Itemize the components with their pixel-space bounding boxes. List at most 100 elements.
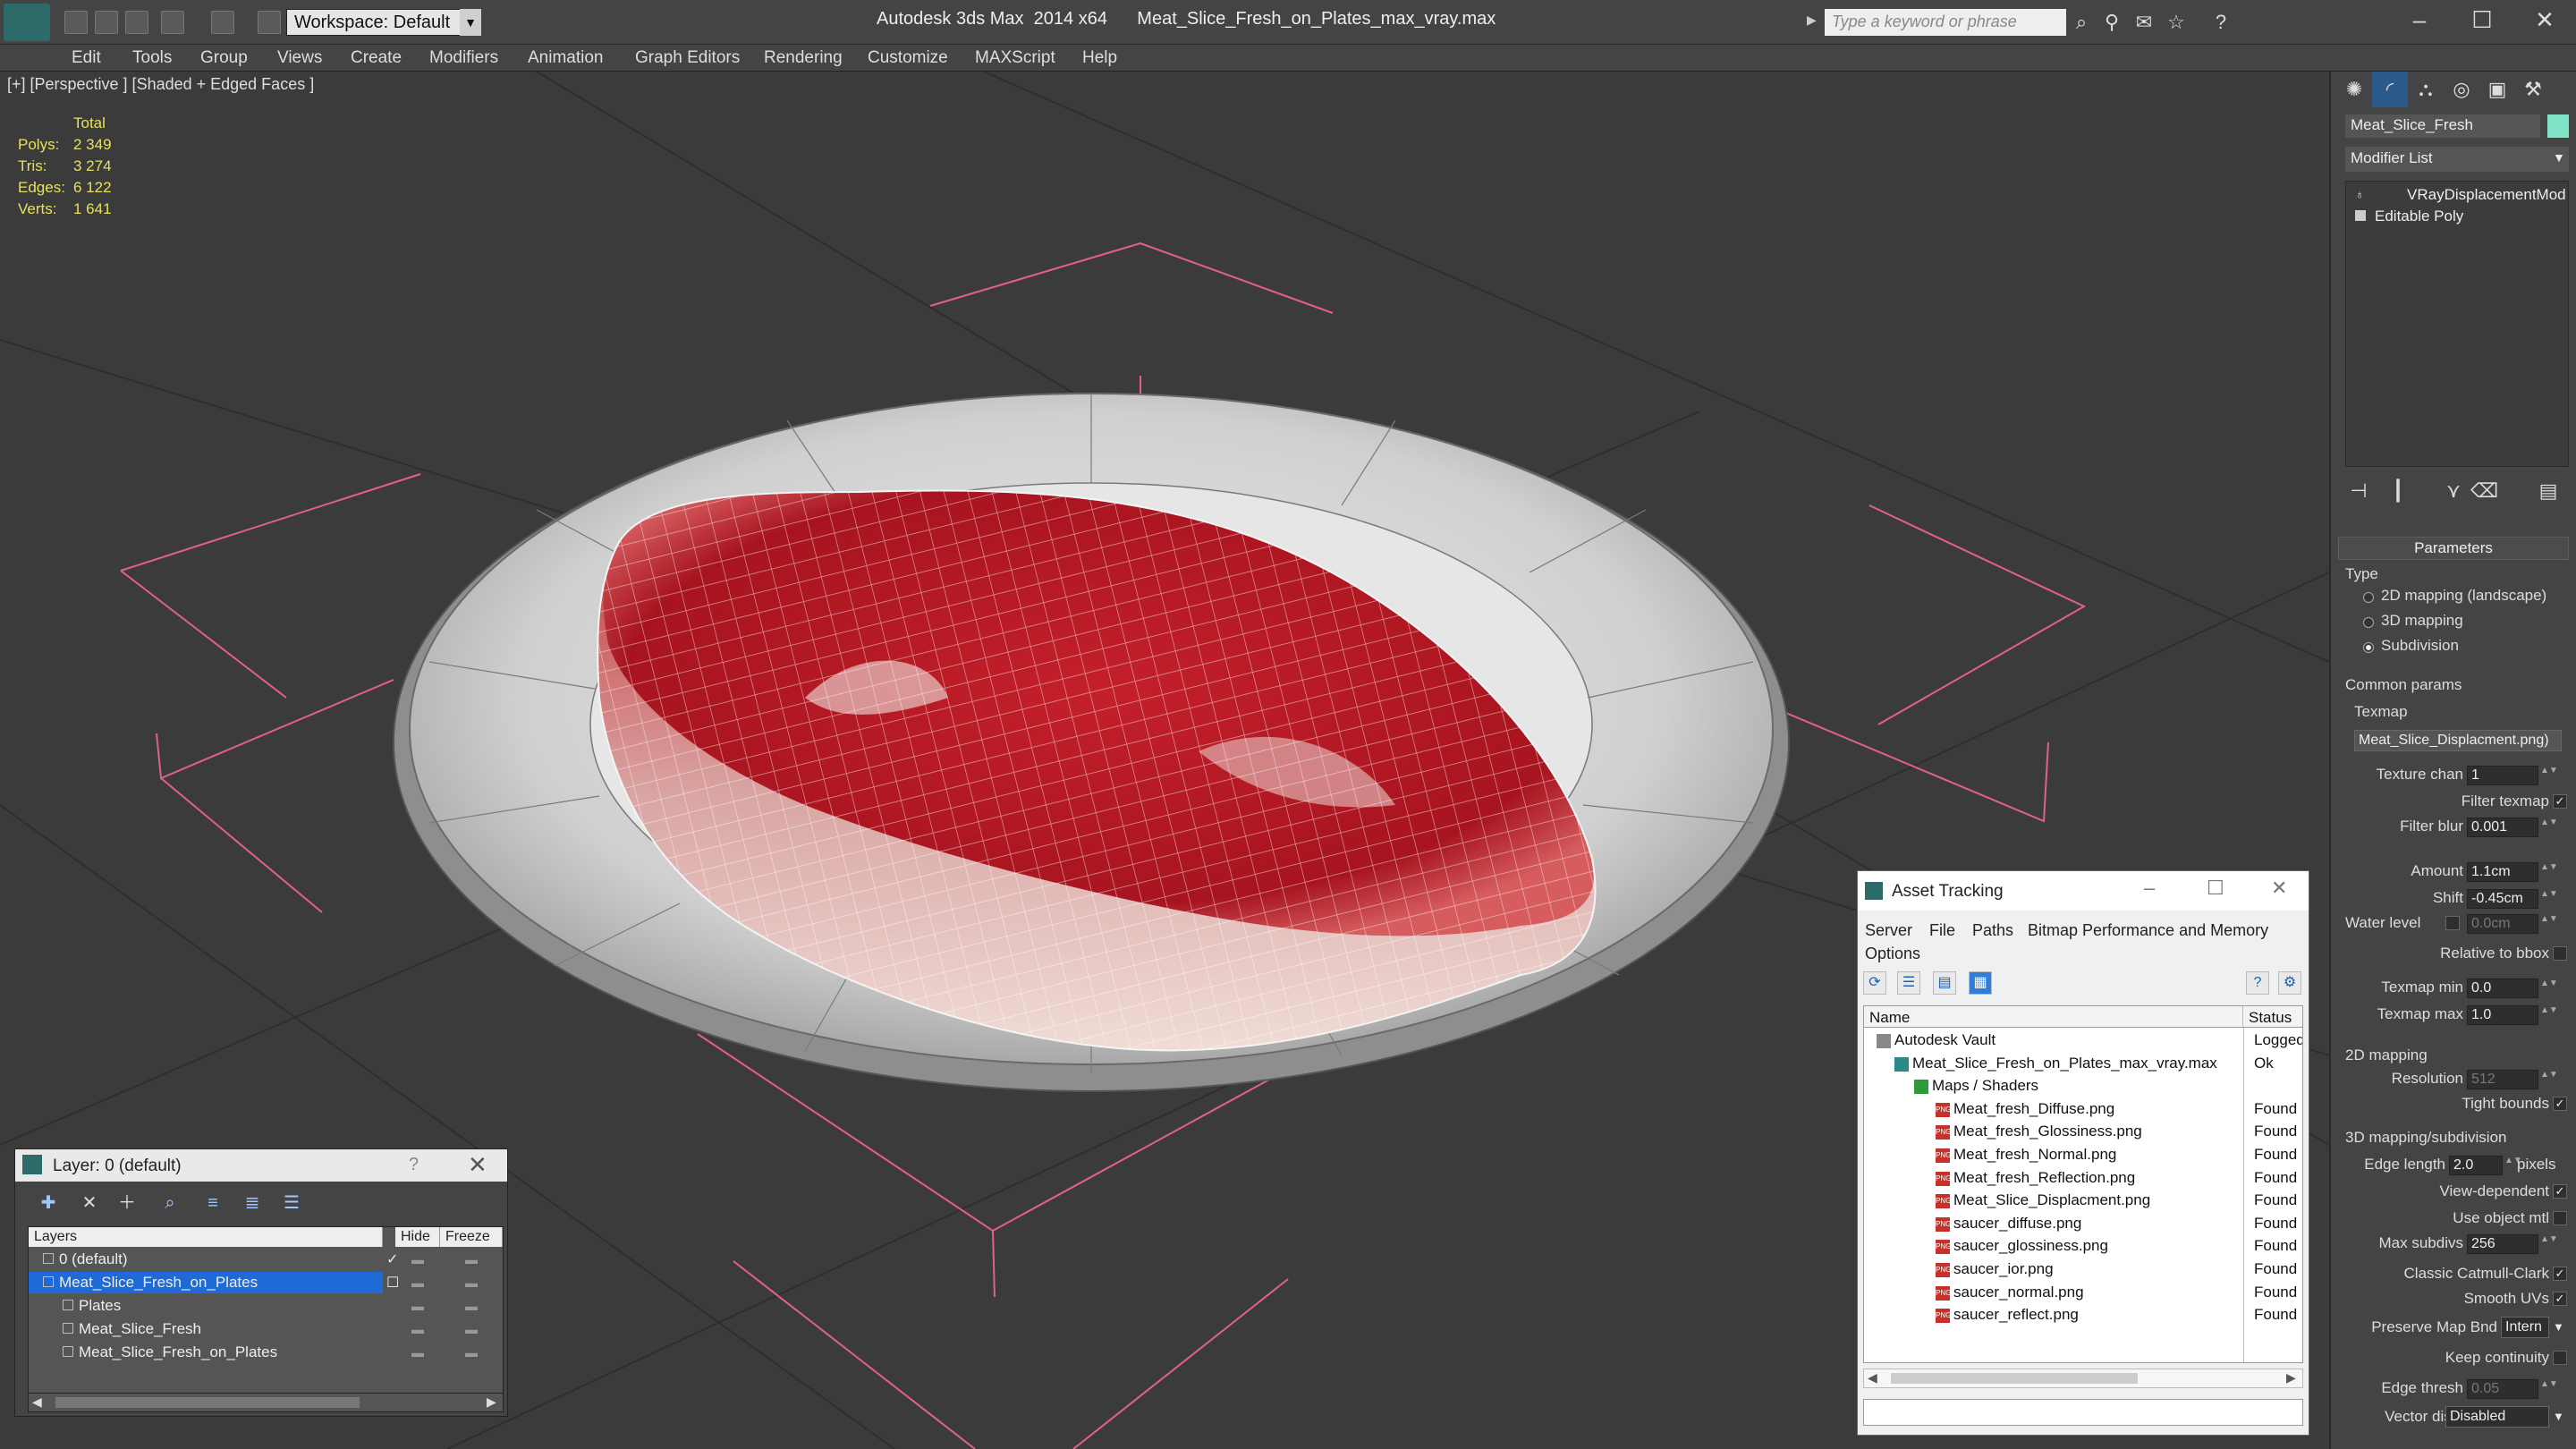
chevron-down-icon[interactable]: ▼ bbox=[2553, 1320, 2564, 1334]
menu-customize[interactable]: Customize bbox=[868, 45, 948, 72]
layer-row[interactable]: Meat_Slice_Fresh_on_Plates ▬ ▬ bbox=[29, 1342, 503, 1363]
modify-tab-icon[interactable]: ◜ bbox=[2372, 72, 2408, 107]
menu-group[interactable]: Group bbox=[200, 45, 248, 72]
max-subdivs-spinner[interactable]: ▲▼ bbox=[2540, 1234, 2558, 1254]
texmap-button[interactable]: Meat_Slice_Displacment.png) bbox=[2354, 730, 2562, 751]
freeze-column-header[interactable]: Freeze bbox=[440, 1227, 503, 1247]
asset-menu-paths[interactable]: Paths bbox=[1972, 921, 2013, 940]
menu-edit[interactable]: Edit bbox=[72, 45, 101, 72]
asset-row[interactable]: PNG saucer_reflect.png Found bbox=[1864, 1304, 2302, 1327]
highlight-layer-icon[interactable]: ≡ bbox=[199, 1191, 226, 1216]
hide-toggle[interactable]: ▬ bbox=[411, 1345, 424, 1360]
maximize-button[interactable]: ☐ bbox=[2207, 877, 2224, 900]
help-button[interactable]: ? bbox=[409, 1155, 419, 1175]
close-button[interactable]: ✕ bbox=[2513, 0, 2576, 39]
pin-stack-icon[interactable]: ⊣ bbox=[2345, 478, 2372, 504]
asset-row[interactable]: Maps / Shaders bbox=[1864, 1075, 2302, 1098]
texmap-max-input[interactable]: 1.0 bbox=[2467, 1005, 2538, 1025]
minimize-button[interactable]: – bbox=[2144, 877, 2155, 900]
create-layer-icon[interactable]: ✚ bbox=[35, 1191, 62, 1216]
stack-item-editable-poly[interactable]: Editable Poly bbox=[2350, 207, 2564, 226]
scrollbar-thumb[interactable] bbox=[1891, 1373, 2138, 1384]
utilities-tab-icon[interactable]: ⚒ bbox=[2515, 72, 2551, 107]
asset-horizontal-scrollbar[interactable]: ◀ ▶ bbox=[1863, 1368, 2303, 1388]
table-view-icon[interactable]: ▦ bbox=[1969, 971, 1992, 995]
resolution-spinner[interactable]: ▲▼ bbox=[2540, 1070, 2558, 1089]
create-tab-icon[interactable]: ✺ bbox=[2336, 72, 2372, 107]
asset-row[interactable]: PNG Meat_fresh_Reflection.png Found bbox=[1864, 1167, 2302, 1191]
redo-icon[interactable] bbox=[211, 11, 234, 34]
remove-modifier-icon[interactable]: ⌫ bbox=[2470, 478, 2498, 504]
menu-create[interactable]: Create bbox=[351, 45, 402, 72]
asset-tracking-titlebar[interactable]: Asset Tracking – ☐ ✕ bbox=[1858, 871, 2309, 911]
workspace-select[interactable]: Workspace: Default bbox=[286, 9, 481, 36]
texture-chan-input[interactable]: 1 bbox=[2467, 766, 2538, 785]
view-dependent-checkbox[interactable]: ✓ bbox=[2553, 1184, 2567, 1199]
use-object-mtl-checkbox[interactable] bbox=[2553, 1211, 2567, 1225]
asset-menu-file[interactable]: File bbox=[1929, 921, 1955, 940]
save-file-icon[interactable] bbox=[125, 11, 148, 34]
maximize-button[interactable]: ☐ bbox=[2451, 0, 2513, 39]
texmap-max-spinner[interactable]: ▲▼ bbox=[2540, 1005, 2558, 1025]
hide-toggle[interactable]: ▬ bbox=[411, 1252, 424, 1267]
freeze-toggle[interactable]: ▬ bbox=[465, 1322, 478, 1336]
menu-help[interactable]: Help bbox=[1082, 45, 1117, 72]
asset-row[interactable]: PNG saucer_glossiness.png Found bbox=[1864, 1235, 2302, 1258]
close-icon[interactable]: ✕ bbox=[2271, 877, 2287, 900]
favorites-star-icon[interactable]: ☆ bbox=[2165, 11, 2188, 34]
current-layer-toggle[interactable]: ☐ bbox=[386, 1274, 399, 1292]
texmap-min-input[interactable]: 0.0 bbox=[2467, 979, 2538, 998]
resolution-input[interactable]: 512 bbox=[2467, 1070, 2538, 1089]
layer-row[interactable]: Meat_Slice_Fresh ▬ ▬ bbox=[29, 1318, 503, 1340]
object-color-swatch[interactable] bbox=[2547, 114, 2569, 138]
show-end-result-icon[interactable]: ┃ bbox=[2385, 478, 2411, 504]
texture-chan-spinner[interactable]: ▲▼ bbox=[2540, 766, 2558, 785]
refresh-icon[interactable]: ⟳ bbox=[1863, 971, 1886, 995]
scroll-left-icon[interactable]: ◀ bbox=[32, 1394, 42, 1410]
asset-row[interactable]: PNG Meat_fresh_Normal.png Found bbox=[1864, 1144, 2302, 1167]
binoculars-icon[interactable]: ⌕ bbox=[2070, 11, 2093, 34]
water-level-input[interactable]: 0.0cm bbox=[2467, 914, 2538, 934]
type-radio-2d[interactable] bbox=[2363, 592, 2374, 603]
asset-menu-options[interactable]: Options bbox=[1865, 945, 1920, 963]
stack-item-vraydisplacement[interactable]: ♁ VRayDisplacementMod bbox=[2350, 185, 2566, 205]
layer-window-titlebar[interactable]: Layer: 0 (default) ? ✕ bbox=[15, 1149, 507, 1182]
menu-modifiers[interactable]: Modifiers bbox=[429, 45, 498, 72]
asset-row[interactable]: PNG Meat_fresh_Diffuse.png Found bbox=[1864, 1098, 2302, 1122]
menu-maxscript[interactable]: MAXScript bbox=[975, 45, 1055, 72]
undo-icon[interactable] bbox=[161, 11, 184, 34]
filter-blur-input[interactable]: 0.001 bbox=[2467, 818, 2538, 837]
asset-row[interactable]: PNG Meat_Slice_Displacment.png Found bbox=[1864, 1190, 2302, 1213]
tight-bounds-checkbox[interactable]: ✓ bbox=[2553, 1097, 2567, 1111]
edge-length-spinner[interactable]: ▲▼ bbox=[2504, 1156, 2522, 1175]
freeze-toggle[interactable]: ▬ bbox=[465, 1345, 478, 1360]
lightbulb-icon[interactable]: ♁ bbox=[2355, 187, 2365, 201]
hide-toggle[interactable]: ▬ bbox=[411, 1322, 424, 1336]
layer-row[interactable]: Meat_Slice_Fresh_on_Plates ☐ ▬ ▬ bbox=[29, 1272, 503, 1293]
texmap-min-spinner[interactable]: ▲▼ bbox=[2540, 979, 2558, 998]
type-radio-subdivision[interactable] bbox=[2363, 642, 2374, 653]
hide-toggle[interactable]: ▬ bbox=[411, 1275, 424, 1290]
chevron-down-icon[interactable]: ▼ bbox=[2553, 150, 2565, 165]
filter-texmap-checkbox[interactable]: ✓ bbox=[2553, 794, 2567, 809]
menu-rendering[interactable]: Rendering bbox=[764, 45, 843, 72]
settings-icon[interactable]: ⚙ bbox=[2278, 971, 2301, 995]
max-subdivs-input[interactable]: 256 bbox=[2467, 1234, 2538, 1254]
menu-tools[interactable]: Tools bbox=[132, 45, 172, 72]
chevron-down-icon[interactable]: ▼ bbox=[460, 9, 481, 36]
type-radio-3d[interactable] bbox=[2363, 617, 2374, 628]
status-column-header[interactable]: Status bbox=[2243, 1006, 2302, 1028]
freeze-all-layers-icon[interactable]: ☰ bbox=[278, 1191, 305, 1216]
modifier-list-dropdown[interactable]: Modifier List bbox=[2345, 147, 2569, 172]
preserve-map-dropdown[interactable]: Intern bbox=[2501, 1317, 2549, 1338]
close-icon[interactable]: ✕ bbox=[468, 1151, 487, 1179]
name-column-header[interactable]: Name bbox=[1864, 1006, 2243, 1028]
edge-thresh-spinner[interactable]: ▲▼ bbox=[2540, 1379, 2558, 1399]
scroll-right-icon[interactable]: ▶ bbox=[487, 1394, 496, 1410]
edge-length-input[interactable]: 2.0 bbox=[2449, 1156, 2503, 1175]
new-file-icon[interactable] bbox=[64, 11, 88, 34]
make-unique-icon[interactable]: ⋎ bbox=[2440, 478, 2467, 504]
minimize-button[interactable]: – bbox=[2388, 0, 2451, 39]
layer-row[interactable]: Plates ▬ ▬ bbox=[29, 1295, 503, 1317]
layers-column-header[interactable]: Layers bbox=[29, 1227, 383, 1247]
